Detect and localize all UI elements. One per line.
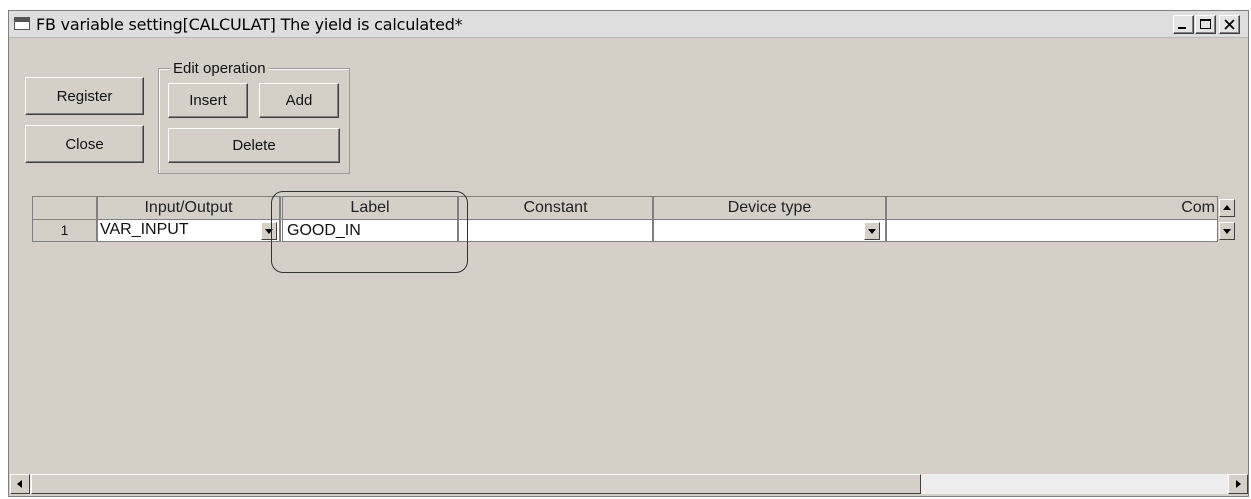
chevron-down-icon — [868, 229, 876, 234]
column-header-device-type[interactable]: Device type — [653, 196, 886, 220]
scroll-up-button[interactable] — [1219, 199, 1235, 217]
close-window-button[interactable] — [1219, 15, 1240, 34]
row-header-corner — [32, 196, 97, 220]
scrollbar-thumb[interactable] — [31, 474, 921, 494]
arrow-down-icon — [1223, 229, 1231, 234]
maximize-button[interactable] — [1195, 15, 1216, 34]
device-type-cell[interactable] — [653, 220, 886, 242]
close-button[interactable]: Close — [25, 125, 144, 163]
column-header-input-output[interactable]: Input/Output — [97, 196, 280, 220]
scroll-right-button[interactable] — [1228, 474, 1248, 494]
register-button[interactable]: Register — [25, 77, 144, 115]
delete-button[interactable]: Delete — [168, 128, 340, 163]
window-icon — [14, 17, 30, 30]
close-icon — [1224, 19, 1235, 30]
minimize-button[interactable] — [1173, 15, 1194, 34]
horizontal-scrollbar[interactable] — [10, 474, 1248, 494]
arrow-up-icon — [1223, 205, 1231, 210]
minimize-icon — [1178, 27, 1186, 29]
variable-grid: Input/Output Label Constant Device type … — [32, 196, 1235, 246]
scroll-down-button[interactable] — [1219, 222, 1235, 240]
add-button[interactable]: Add — [259, 83, 339, 118]
title-bar: FB variable setting[CALCULAT] The yield … — [9, 11, 1248, 38]
label-highlight-outline — [271, 191, 468, 273]
column-header-comment[interactable]: Com — [886, 196, 1218, 220]
window-title: FB variable setting[CALCULAT] The yield … — [36, 15, 463, 34]
insert-button[interactable]: Insert — [168, 83, 248, 118]
edit-operation-label: Edit operation — [170, 60, 269, 77]
arrow-right-icon — [1236, 480, 1241, 488]
row-number: 1 — [32, 220, 97, 242]
fb-variable-setting-window: FB variable setting[CALCULAT] The yield … — [8, 10, 1249, 497]
comment-cell[interactable] — [886, 220, 1218, 242]
arrow-left-icon — [17, 480, 22, 488]
constant-cell[interactable] — [458, 220, 653, 242]
scroll-left-button[interactable] — [10, 474, 30, 494]
column-header-constant[interactable]: Constant — [458, 196, 653, 220]
maximize-icon — [1200, 19, 1211, 29]
device-type-dropdown[interactable] — [864, 222, 880, 240]
input-output-cell[interactable]: VAR_INPUT — [97, 220, 280, 242]
